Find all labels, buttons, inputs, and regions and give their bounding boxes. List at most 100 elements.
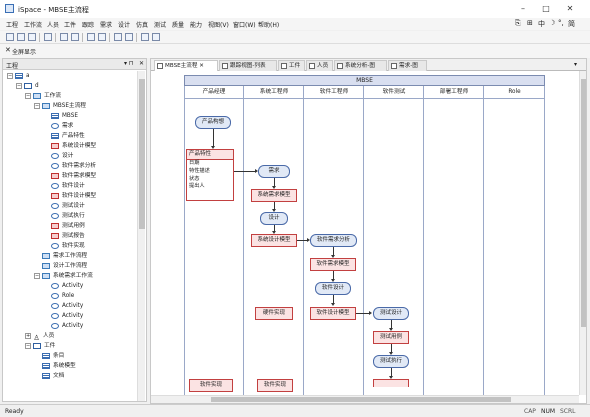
activity-product-concept[interactable]: 产品构想 — [195, 116, 231, 129]
punctuation-icon[interactable]: °, — [558, 19, 564, 27]
tree-item[interactable]: 需求工作流程 — [34, 251, 87, 261]
artifact-software-impl[interactable]: 软件实现 — [189, 379, 233, 392]
activity-sw-design[interactable]: 软件设计 — [315, 282, 351, 295]
diagram-vertical-scrollbar[interactable] — [579, 71, 586, 395]
tree-item[interactable]: Activity — [43, 281, 83, 291]
tree-item[interactable]: 软件需求分析 — [43, 161, 96, 171]
close-button[interactable]: ✕ — [563, 3, 577, 15]
minimize-button[interactable]: – — [516, 3, 530, 15]
add-icon[interactable] — [60, 33, 68, 41]
tree-item[interactable]: − MBSE主流程 — [34, 101, 86, 111]
tree-item[interactable]: 测试设计 — [43, 201, 85, 211]
chinese-toggle[interactable]: 中 — [538, 19, 545, 29]
maximize-button[interactable]: □ — [539, 3, 553, 15]
tree-item[interactable]: 软件实现 — [43, 241, 85, 251]
menu-item[interactable]: 视图(V) — [208, 20, 229, 29]
collapse-icon[interactable]: − — [34, 102, 40, 109]
menu-item[interactable]: 工件 — [64, 20, 76, 29]
tree-item[interactable]: − 工件 — [25, 341, 55, 351]
expand-icon[interactable]: + — [25, 332, 31, 339]
horizontal-scrollbar-thumb[interactable] — [211, 397, 511, 402]
copy-icon[interactable] — [125, 33, 133, 41]
artifact-sw-design-model[interactable]: 软件设计模型 — [310, 307, 356, 320]
artifact-test-case[interactable]: 测试用例 — [373, 331, 409, 344]
properties-icon[interactable] — [98, 33, 106, 41]
artifact-hardware-impl[interactable]: 硬件实现 — [255, 307, 293, 320]
tree-item[interactable]: 系统模型 — [34, 361, 76, 371]
tree-item[interactable]: Activity — [43, 311, 83, 321]
activity-test-execution[interactable]: 测试执行 — [373, 355, 409, 368]
grid-icon[interactable]: ⊞ — [527, 19, 533, 27]
save-icon[interactable] — [28, 33, 36, 41]
tree-scrollbar-thumb[interactable] — [139, 79, 145, 229]
collapse-icon[interactable]: − — [34, 272, 40, 279]
menu-item[interactable]: 能力 — [190, 20, 202, 29]
menu-item[interactable]: 测试 — [154, 20, 166, 29]
activity-sw-req-analysis[interactable]: 软件需求分析 — [310, 234, 357, 247]
collapse-icon[interactable]: − — [25, 92, 31, 99]
tab-artifacts[interactable]: 工件 — [278, 60, 305, 71]
tree-item[interactable]: 软件需求模型 — [43, 171, 96, 181]
tree-item[interactable]: 设计 — [43, 151, 73, 161]
pin-icon[interactable]: ▾ ⊓ — [124, 60, 134, 67]
artifact-test-report[interactable] — [373, 379, 409, 387]
vertical-scrollbar-thumb[interactable] — [581, 79, 586, 327]
tree-item[interactable]: − 系统需求工作流 — [34, 271, 93, 281]
tree-item[interactable]: + ♙ 人员 — [25, 331, 54, 342]
collapse-icon[interactable]: − — [7, 72, 13, 79]
tree-item[interactable]: Activity — [43, 301, 83, 311]
menu-item[interactable]: 工作流 — [24, 20, 42, 29]
tree-item[interactable]: 软件设计模型 — [43, 191, 96, 201]
artifact-sw-req-model[interactable]: 软件需求模型 — [310, 258, 356, 271]
menu-item[interactable]: 帮助(H) — [258, 20, 279, 29]
tree-item[interactable]: Activity — [43, 321, 83, 331]
simplified-toggle[interactable]: 简 — [568, 19, 575, 29]
menu-item[interactable]: 跟踪 — [82, 20, 94, 29]
menu-item[interactable]: 需求 — [100, 20, 112, 29]
artifact-system-design-model[interactable]: 系统设计模型 — [251, 234, 297, 247]
moon-icon[interactable]: ☽ — [549, 19, 555, 27]
menu-item[interactable]: 窗口(W) — [233, 20, 256, 29]
tree-item[interactable]: − a — [7, 71, 30, 81]
artifact-system-req-model[interactable]: 系统需求模型 — [251, 189, 297, 202]
activity-design[interactable]: 设计 — [260, 212, 288, 225]
tree-item[interactable]: 系统设计模型 — [43, 141, 96, 151]
activity-test-design[interactable]: 测试设计 — [373, 307, 409, 320]
panel-close-icon[interactable]: ✕ — [139, 60, 144, 67]
tree-item[interactable]: Role — [43, 291, 74, 301]
tree-item[interactable]: 软件设计 — [43, 181, 85, 191]
print-icon[interactable] — [44, 33, 52, 41]
tree-item[interactable]: 测试用例 — [43, 221, 85, 231]
tab-list-icon[interactable]: ▾ — [574, 61, 577, 68]
tree-item[interactable]: MBSE — [43, 111, 78, 121]
fullscreen-icon[interactable]: ✕ — [5, 46, 11, 54]
tree-item[interactable]: 测试执行 — [43, 211, 85, 221]
collapse-icon[interactable]: − — [16, 82, 22, 89]
diagram-canvas[interactable]: MBSE 产品经理 系统工程师 软件工程师 软件测试 部署工程师 Role 产品… — [151, 71, 579, 395]
table-icon[interactable] — [71, 33, 79, 41]
artifact-software-impl[interactable]: 软件实现 — [257, 379, 293, 392]
tree-item[interactable]: 产品特性 — [43, 131, 85, 141]
document-icon[interactable] — [114, 33, 122, 41]
tree-item[interactable]: − 工作流 — [25, 91, 61, 101]
tree-scrollbar[interactable] — [137, 71, 145, 401]
tree-item[interactable]: 文档 — [34, 371, 64, 381]
fullscreen-button[interactable]: 全屏显示 — [12, 47, 36, 56]
tree-item[interactable]: 条目 — [34, 351, 64, 361]
tab-system-analysis[interactable]: 系统分析-图 — [334, 60, 387, 71]
image-icon[interactable] — [87, 33, 95, 41]
menu-item[interactable]: 工程 — [6, 20, 18, 29]
collapse-icon[interactable]: − — [25, 342, 31, 349]
tab-requirements-diagram[interactable]: 需求-图 — [388, 60, 427, 71]
tree-item[interactable]: − d — [16, 81, 39, 91]
menu-item[interactable]: 仿真 — [136, 20, 148, 29]
diagram-horizontal-scrollbar[interactable] — [151, 395, 579, 403]
grid-view-icon[interactable] — [141, 33, 149, 41]
activity-requirement[interactable]: 需求 — [258, 165, 290, 178]
new-icon[interactable] — [6, 33, 14, 41]
tab-close-icon[interactable]: ✕ — [199, 63, 204, 69]
open-icon[interactable] — [17, 33, 25, 41]
tree-item[interactable]: 测试报告 — [43, 231, 85, 241]
tab-people[interactable]: 人员 — [306, 60, 333, 71]
tab-trace-list[interactable]: 跟踪视图-列表 — [219, 60, 277, 71]
